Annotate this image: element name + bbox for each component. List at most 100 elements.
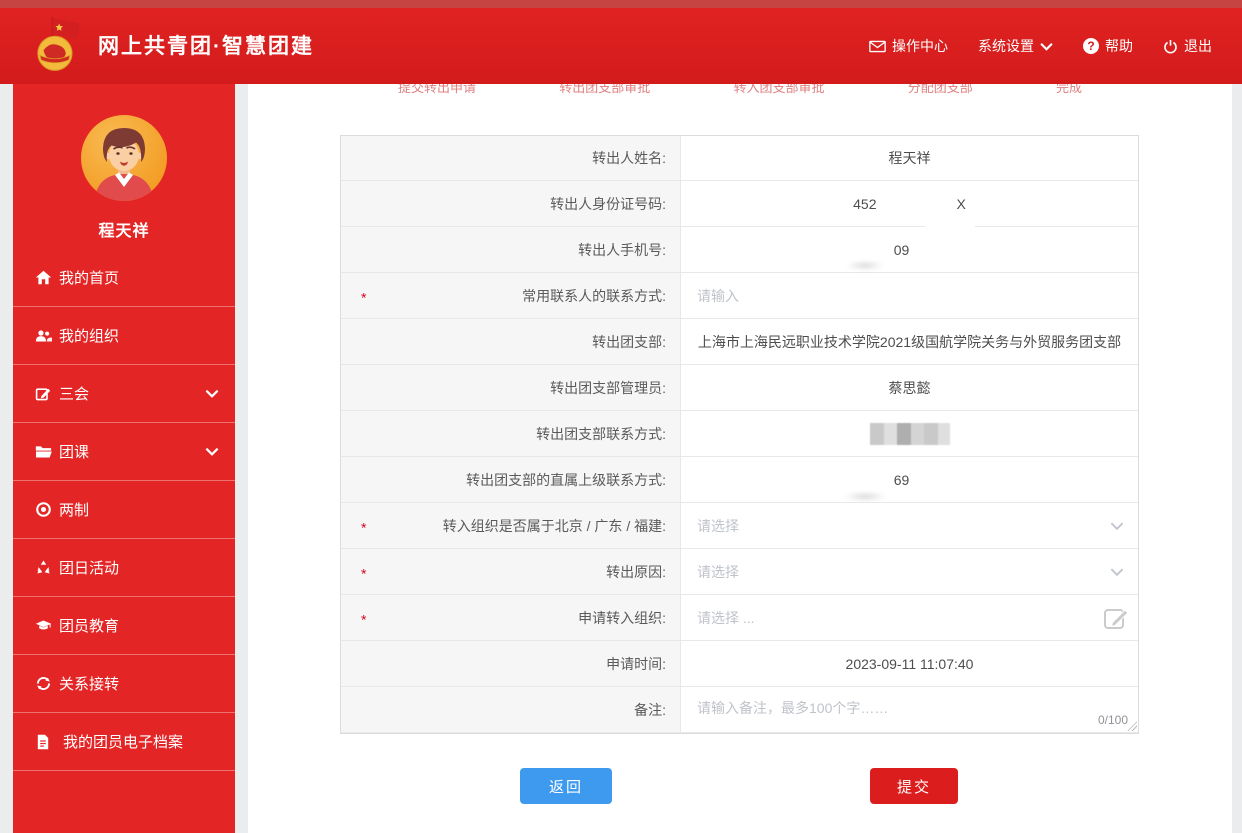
sidebar-item-e-archive[interactable]: 我的团员电子档案: [13, 713, 235, 771]
sidebar-item-league-day[interactable]: 团日活动: [13, 539, 235, 597]
field-value-partial: 452: [853, 195, 877, 212]
chevron-down-icon: [205, 389, 219, 398]
question-icon: ?: [1083, 38, 1099, 54]
sidebar-menu: 我的首页 我的组织 三会 团课 两制 团日活动 团员教育 关系接转 我的团员电子…: [13, 249, 235, 771]
region-select[interactable]: 请选择: [681, 503, 1138, 548]
redaction-patch: [925, 224, 975, 227]
sidebar-item-liangzhi[interactable]: 两制: [13, 481, 235, 539]
sidebar-item-label: 我的首页: [59, 270, 120, 287]
app-title: 网上共青团·智慧团建: [98, 35, 314, 58]
resize-handle-icon[interactable]: [1127, 721, 1137, 731]
row-phone: 转出人手机号: 09: [341, 227, 1138, 273]
picker-placeholder: 请选择 ...: [697, 609, 755, 626]
required-marker: *: [361, 518, 367, 535]
nav-label: 帮助: [1105, 38, 1133, 54]
username: 程天祥: [98, 223, 150, 240]
sidebar-item-organization[interactable]: 我的组织: [13, 307, 235, 365]
nav-operation-center[interactable]: 操作中心: [869, 36, 948, 56]
sidebar-item-label: 两制: [59, 502, 90, 519]
step-label: 提交转出申请: [398, 84, 477, 95]
sidebar-item-label: 我的组织: [59, 328, 120, 345]
nav-label: 系统设置: [978, 38, 1034, 54]
target-org-picker[interactable]: 请选择 ...: [681, 595, 1138, 640]
recycle-icon: [35, 559, 52, 576]
chevron-down-icon: [205, 447, 219, 456]
field-value: 2023-09-11 11:07:40: [845, 655, 974, 672]
field-label: 转出团支部的直属上级联系方式:: [466, 471, 666, 488]
field-label: 申请转入组织:: [578, 609, 666, 626]
field-label: 转出原因:: [606, 563, 666, 580]
redaction-smudge: [846, 261, 884, 270]
row-branch-admin: 转出团支部管理员: 蔡思懿: [341, 365, 1138, 411]
row-out-branch: 转出团支部: 上海市上海民远职业技术学院2021级国航学院关务与外贸服务团支部: [341, 319, 1138, 365]
graduation-icon: [35, 617, 52, 634]
sidebar-item-tuanke[interactable]: 团课: [13, 423, 235, 481]
transfer-application-form: 转出人姓名: 程天祥 转出人身份证号码: 452 X 转出人手机号: 09 * …: [340, 135, 1139, 734]
row-apply-time: 申请时间: 2023-09-11 11:07:40: [341, 641, 1138, 687]
step-label: 完成: [1055, 84, 1082, 95]
transfer-reason-select[interactable]: 请选择: [681, 549, 1138, 594]
users-icon: [35, 327, 52, 344]
field-label: 转出人手机号:: [578, 241, 666, 258]
header-nav: 操作中心 系统设置 ? 帮助 退出: [869, 36, 1212, 56]
back-button[interactable]: 返回: [520, 768, 612, 804]
redaction-smudge: [843, 492, 887, 501]
submit-button[interactable]: 提交: [870, 768, 958, 804]
sidebar-item-sanhui[interactable]: 三会: [13, 365, 235, 423]
main-panel: 提交转出申请 转出团支部审批 转入团支部审批 分配团支部 完成 转出人姓名: 程…: [248, 84, 1232, 833]
league-logo-icon: [37, 17, 80, 71]
field-value: 蔡思懿: [888, 379, 931, 396]
field-label: 转入组织是否属于北京 / 广东 / 福建:: [442, 517, 666, 534]
row-id-number: 转出人身份证号码: 452 X: [341, 181, 1138, 227]
field-label: 备注:: [634, 701, 666, 718]
target-icon: [35, 501, 52, 518]
step-label: 转出团支部审批: [559, 84, 651, 95]
file-icon: [35, 733, 52, 750]
sidebar-item-label: 关系接转: [59, 676, 120, 693]
sidebar-item-label: 三会: [59, 386, 90, 403]
char-counter: 0/100: [1097, 713, 1128, 727]
form-actions: 返回 提交: [520, 768, 1232, 804]
field-label: 转出人身份证号码:: [550, 195, 666, 212]
app-header: 网上共青团·智慧团建 操作中心 系统设置 ? 帮助 退出: [0, 0, 1242, 84]
folder-icon: [35, 443, 52, 460]
power-icon: [1164, 39, 1177, 53]
envelope-icon: [869, 40, 886, 52]
select-placeholder: 请选择: [697, 517, 739, 534]
chevron-down-icon: [1040, 42, 1053, 51]
chevron-down-icon: [1110, 522, 1124, 530]
refresh-icon: [35, 675, 52, 692]
nav-logout[interactable]: 退出: [1163, 36, 1212, 56]
redaction-patch: [955, 494, 1090, 497]
sidebar-item-label: 团日活动: [59, 560, 120, 577]
field-value-partial: 69: [893, 471, 910, 488]
nav-system-settings[interactable]: 系统设置: [978, 36, 1053, 56]
nav-help[interactable]: ? 帮助: [1083, 36, 1133, 56]
step-indicator: 提交转出申请 转出团支部审批 转入团支部审批 分配团支部 完成: [248, 84, 1232, 96]
sidebar-item-home[interactable]: 我的首页: [13, 249, 235, 307]
row-transfer-name: 转出人姓名: 程天祥: [341, 136, 1138, 181]
field-label: 转出人姓名:: [592, 150, 666, 166]
row-reason-select: * 转出原因: 请选择: [341, 549, 1138, 595]
row-remarks: 备注: 0/100: [341, 687, 1138, 733]
avatar: [80, 114, 168, 202]
sidebar: 程天祥 我的首页 我的组织 三会 团课 两制 团日活动 团员教育 关系接转 我的…: [13, 84, 235, 833]
step-label: 转入团支部审批: [733, 84, 825, 95]
remarks-textarea[interactable]: [681, 689, 1138, 730]
sidebar-item-label: 我的团员电子档案: [63, 734, 184, 751]
field-label: 常用联系人的联系方式:: [522, 287, 666, 304]
step-label: 分配团支部: [907, 84, 973, 95]
edit-icon[interactable]: [1102, 604, 1130, 632]
row-target-org: * 申请转入组织: 请选择 ...: [341, 595, 1138, 641]
field-label: 申请时间:: [606, 655, 666, 672]
required-marker: *: [361, 610, 367, 627]
nav-label: 退出: [1184, 38, 1212, 54]
sidebar-item-relationship-transfer[interactable]: 关系接转: [13, 655, 235, 713]
sidebar-item-member-education[interactable]: 团员教育: [13, 597, 235, 655]
edit-icon: [35, 385, 52, 402]
home-icon: [35, 269, 52, 286]
field-label: 转出团支部管理员:: [550, 379, 666, 396]
chevron-down-icon: [1110, 568, 1124, 576]
field-value: 程天祥: [888, 150, 931, 166]
contact-method-input[interactable]: [681, 287, 1138, 304]
